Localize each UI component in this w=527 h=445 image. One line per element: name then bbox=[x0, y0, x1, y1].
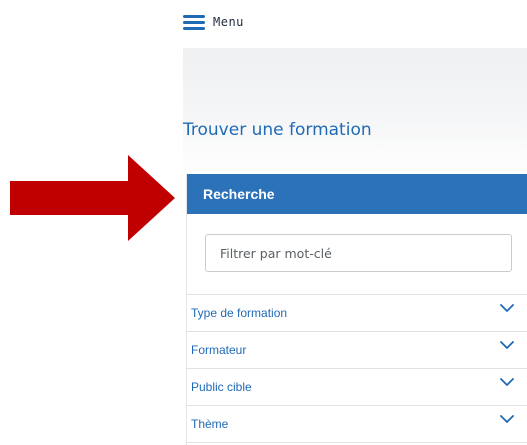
menu-label[interactable]: Menu bbox=[213, 15, 244, 29]
filter-list: Type de formation Formateur Public cible bbox=[187, 294, 527, 443]
chevron-down-icon bbox=[500, 341, 514, 349]
red-arrow-icon bbox=[10, 155, 175, 241]
filter-theme[interactable]: Thème bbox=[187, 405, 527, 443]
chevron-down-icon bbox=[500, 378, 514, 386]
filter-label: Type de formation bbox=[191, 306, 288, 320]
filter-label: Public cible bbox=[191, 380, 252, 394]
keyword-search-input[interactable] bbox=[205, 234, 512, 272]
search-panel: Recherche Type de formation Formateur bbox=[186, 174, 527, 445]
filter-public-cible[interactable]: Public cible bbox=[187, 368, 527, 405]
screenshot-stage: Menu Trouver une formation Recherche Typ… bbox=[0, 0, 527, 445]
top-menu-bar: Menu bbox=[183, 0, 527, 48]
filter-label: Formateur bbox=[191, 343, 247, 357]
search-panel-header[interactable]: Recherche bbox=[187, 174, 527, 214]
page-title: Trouver une formation bbox=[183, 120, 372, 140]
main-content: Trouver une formation Recherche Type de … bbox=[183, 48, 527, 445]
filter-type-de-formation[interactable]: Type de formation bbox=[187, 294, 527, 331]
chevron-down-icon bbox=[500, 304, 514, 312]
chevron-down-icon bbox=[500, 415, 514, 423]
filter-label: Thème bbox=[191, 417, 229, 431]
search-panel-title: Recherche bbox=[203, 186, 275, 202]
hamburger-icon[interactable] bbox=[183, 13, 205, 31]
filter-formateur[interactable]: Formateur bbox=[187, 331, 527, 368]
